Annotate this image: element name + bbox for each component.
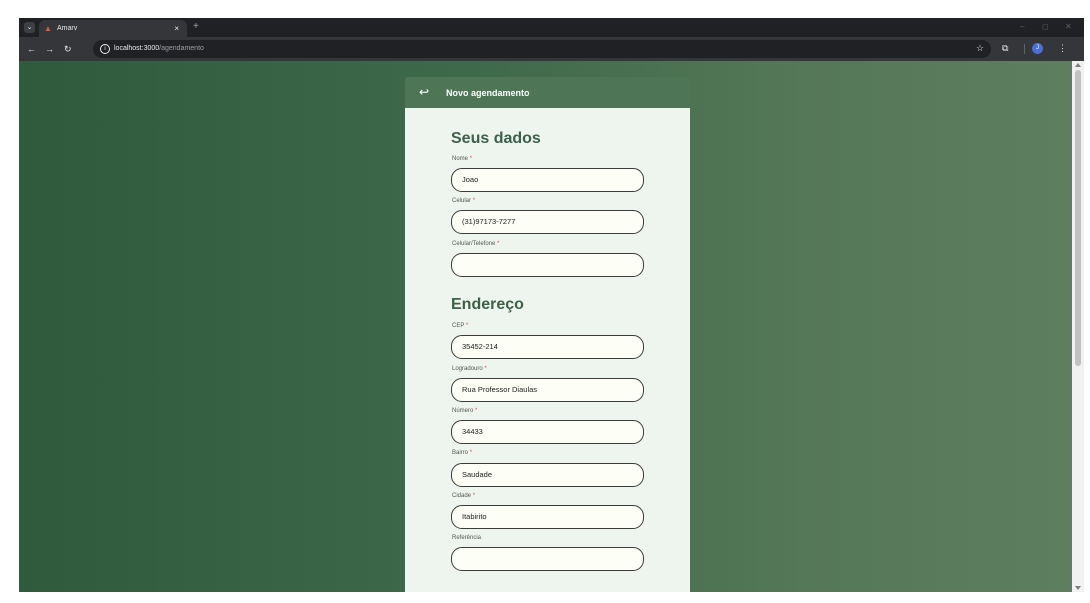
cep-value: 35452-214 <box>462 342 498 351</box>
page-scrollbar[interactable] <box>1072 61 1084 592</box>
section-title-endereco: Endereço <box>451 296 524 313</box>
extensions-icon[interactable]: ⧉ <box>1002 42 1008 54</box>
address-bar[interactable]: i localhost:3000/agendamento <box>93 40 991 58</box>
required-mark: * <box>475 408 478 414</box>
label-text: Celular <box>452 198 472 204</box>
avatar[interactable]: J <box>1032 43 1043 54</box>
field-label-cep: CEP * <box>452 322 468 330</box>
field-label-celular-telefone: Celular/Telefone * <box>452 240 499 248</box>
cep-field[interactable]: 35452-214 <box>451 335 644 359</box>
nome-value: Joao <box>462 175 479 184</box>
restore-icon[interactable]: ◻ <box>1042 21 1049 33</box>
section-title-dados: Seus dados <box>451 130 541 147</box>
tab-close-icon[interactable]: × <box>174 23 179 34</box>
url-path: /agendamento <box>159 45 204 52</box>
field-label-bairro: Bairro * <box>452 449 472 457</box>
numero-value: 34433 <box>462 427 483 436</box>
favicon-icon: ▲ <box>44 24 52 33</box>
label-text: Referência <box>452 535 482 541</box>
nome-field[interactable]: Joao <box>451 168 644 192</box>
back-icon[interactable]: ← <box>27 43 36 55</box>
required-mark: * <box>484 366 487 372</box>
required-mark: * <box>469 156 473 162</box>
tab-search-icon[interactable]: ⌄ <box>24 22 35 33</box>
celular-field[interactable]: (31)97173-7277 <box>451 210 644 234</box>
numero-field[interactable]: 34433 <box>451 420 644 444</box>
scroll-down-icon[interactable] <box>1075 586 1081 590</box>
referencia-field[interactable] <box>451 547 644 571</box>
tab-title: Amarv <box>57 25 78 32</box>
field-label-nome: Nome * <box>452 155 472 163</box>
info-icon[interactable]: i <box>100 44 110 54</box>
cidade-value: Itabirito <box>462 512 487 521</box>
return-arrow-icon[interactable]: ↩ <box>419 85 429 99</box>
minimize-icon[interactable]: – <box>1020 21 1024 33</box>
field-label-referencia: Referência <box>452 534 481 542</box>
field-label-logradouro: Logradouro * <box>452 365 487 373</box>
required-mark: * <box>497 241 500 247</box>
url-host: localhost:3000 <box>114 45 160 52</box>
bairro-value: Saudade <box>462 470 493 479</box>
celular-value: (31)97173-7277 <box>462 217 516 226</box>
logradouro-value: Rua Professor Diaulas <box>462 385 538 394</box>
page-title: Novo agendamento <box>446 88 530 98</box>
form-card: Seus dados Nome * Joao Celular * (31)971… <box>405 108 690 592</box>
required-mark: * <box>472 493 476 499</box>
required-mark: * <box>469 450 473 456</box>
field-label-numero: Número * <box>452 407 477 415</box>
label-text: Nome <box>452 156 469 162</box>
page-viewport: ↩ Novo agendamento Seus dados Nome * Joa… <box>19 61 1072 592</box>
label-text: Celular/Telefone <box>452 241 496 247</box>
required-mark: * <box>472 198 476 204</box>
scrollbar-thumb[interactable] <box>1075 70 1081 366</box>
menu-icon[interactable]: ⋮ <box>1058 42 1067 54</box>
field-label-cidade: Cidade * <box>452 492 475 500</box>
label-text: CEP <box>452 323 465 329</box>
new-tab-icon[interactable]: + <box>193 21 199 33</box>
forward-icon[interactable]: → <box>45 43 54 55</box>
required-mark: * <box>465 323 469 329</box>
tab-strip: ⌄ ▲ Amarv × + – ◻ ✕ <box>19 18 1084 37</box>
label-text: Número <box>452 408 474 414</box>
browser-window: ⌄ ▲ Amarv × + – ◻ ✕ ← → ↻ i localhost:30… <box>0 0 1090 603</box>
label-text: Bairro <box>452 450 469 456</box>
reload-icon[interactable]: ↻ <box>64 43 72 55</box>
browser-toolbar: ← → ↻ i localhost:3000/agendamento ☆ ⧉ J… <box>19 37 1084 61</box>
cidade-field[interactable]: Itabirito <box>451 505 644 529</box>
url-text[interactable]: localhost:3000/agendamento <box>114 43 204 55</box>
logradouro-field[interactable]: Rua Professor Diaulas <box>451 378 644 402</box>
bairro-field[interactable]: Saudade <box>451 463 644 487</box>
label-text: Logradouro <box>452 366 483 372</box>
celular-telefone-field[interactable] <box>451 253 644 277</box>
card-header: ↩ Novo agendamento <box>405 77 690 108</box>
window-close-icon[interactable]: ✕ <box>1065 21 1072 33</box>
star-icon[interactable]: ☆ <box>976 42 984 54</box>
toolbar-divider <box>1024 44 1025 54</box>
label-text: Cidade <box>452 493 472 499</box>
field-label-celular: Celular * <box>452 197 475 205</box>
scroll-up-icon[interactable] <box>1075 63 1081 67</box>
browser-tab[interactable]: ▲ Amarv × <box>39 20 187 37</box>
